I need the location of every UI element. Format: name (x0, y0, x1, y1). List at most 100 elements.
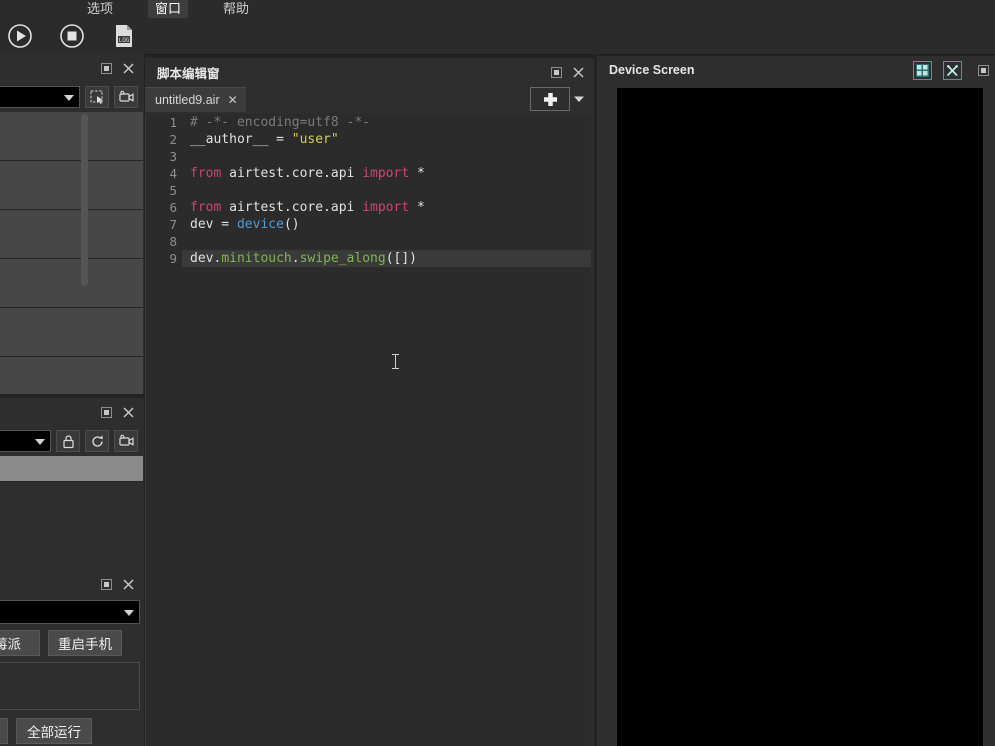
menu-item-help[interactable]: 帮助 (216, 0, 256, 18)
code-token: * (409, 200, 425, 215)
control-output-textarea[interactable] (0, 662, 140, 710)
refresh-button[interactable] (85, 430, 109, 452)
code-token: airtest.core.api (221, 166, 363, 181)
restore-icon (977, 64, 989, 76)
tools-button[interactable] (943, 60, 962, 80)
code-line[interactable]: # -*- encoding=utf8 -*- (182, 114, 591, 131)
camera-button[interactable] (114, 430, 138, 452)
device-list-panel-titlebar (0, 54, 144, 82)
control-button-row: 启树莓派 重启手机 (0, 624, 144, 662)
control-panel: 启树莓派 重启手机 运行 全部运行 (0, 570, 144, 746)
code-line[interactable]: from airtest.core.api import * (182, 199, 591, 216)
code-line[interactable]: from airtest.core.api import * (182, 165, 591, 182)
code-line[interactable]: dev = device() (182, 216, 591, 233)
code-line[interactable] (182, 233, 591, 250)
plus-icon (543, 92, 557, 106)
device-list-toolbar (0, 82, 144, 112)
splitter-right[interactable] (594, 54, 597, 746)
close-icon (122, 62, 134, 74)
run-button[interactable]: 运行 (0, 718, 8, 744)
restart-pi-button[interactable]: 启树莓派 (0, 630, 40, 656)
list-item[interactable] (0, 357, 143, 394)
close-button[interactable] (118, 574, 138, 594)
left-panel-column: 启树莓派 重启手机 运行 全部运行 (0, 54, 144, 746)
text-cursor (392, 354, 399, 369)
run-all-button[interactable]: 全部运行 (16, 718, 92, 744)
svg-text:LOG: LOG (119, 37, 130, 44)
device-screen-titlebar: Device Screen (597, 56, 995, 84)
list-item-selected[interactable] (0, 456, 143, 482)
code-lines[interactable]: # -*- encoding=utf8 -*- __author__ = "use… (182, 114, 591, 746)
device-screen-title: Device Screen (609, 63, 695, 77)
menu-bar: 选项 窗口 帮助 (0, 0, 995, 18)
code-line[interactable] (182, 148, 591, 165)
device-list-scrollbar[interactable] (81, 114, 88, 286)
close-button[interactable] (118, 58, 138, 78)
new-tab-button[interactable] (530, 87, 570, 111)
control-footer-row: 运行 全部运行 (0, 710, 144, 746)
code-token: swipe_along (299, 251, 386, 266)
chevron-down-icon (574, 96, 584, 102)
run-button[interactable] (5, 21, 35, 51)
device-list[interactable] (0, 112, 144, 394)
device-select[interactable] (0, 86, 80, 108)
menu-item-options[interactable]: 选项 (80, 0, 120, 18)
camera-icon (118, 434, 134, 446)
list-item[interactable] (0, 112, 143, 161)
code-editor[interactable]: 1 2 3 4 5 6 7 8 9 # -*- encoding=utf8 -*… (145, 114, 591, 746)
restore-button[interactable] (96, 58, 116, 78)
chevron-down-icon (64, 95, 74, 101)
screenshot-button[interactable] (85, 86, 109, 108)
restore-button[interactable] (96, 402, 116, 422)
code-token: __author__ = (190, 132, 292, 147)
code-line[interactable] (182, 182, 591, 199)
lock-button[interactable] (56, 430, 80, 452)
control-target-select[interactable] (0, 600, 140, 624)
code-token: # -*- encoding=utf8 -*- (190, 115, 371, 130)
lock-icon (62, 434, 74, 448)
restore-icon (100, 406, 112, 418)
list-item[interactable] (0, 161, 143, 210)
grid-view-button[interactable] (913, 60, 932, 80)
code-token: dev. (190, 251, 222, 266)
tab-untitled9-air[interactable]: untitled9.air ✕ (145, 87, 246, 112)
list-item[interactable] (0, 308, 143, 357)
line-number: 5 (169, 183, 177, 198)
code-line[interactable]: __author__ = "user" (182, 131, 591, 148)
tab-menu-button[interactable] (570, 88, 588, 110)
list-item[interactable] (0, 210, 143, 259)
restore-button[interactable] (546, 62, 566, 82)
close-icon[interactable]: ✕ (228, 93, 238, 107)
code-token: "user" (291, 132, 339, 147)
code-line[interactable]: dev.minitouch.swipe_along([]) (182, 250, 591, 267)
log-button[interactable]: LOG (109, 21, 139, 51)
line-number: 9 (169, 251, 177, 266)
stop-button[interactable] (57, 21, 87, 51)
list-item[interactable] (0, 259, 143, 308)
splitter-left[interactable] (144, 54, 145, 746)
grid-icon (916, 63, 929, 77)
log-file-icon: LOG (116, 25, 132, 47)
restart-phone-button[interactable]: 重启手机 (48, 630, 122, 656)
control-panel-titlebar (0, 570, 144, 598)
play-circle-icon (8, 24, 32, 48)
restore-button[interactable] (96, 574, 116, 594)
image-capture-panel-titlebar (0, 398, 144, 426)
device-screen-canvas[interactable] (617, 88, 983, 746)
close-icon (122, 578, 134, 590)
close-button[interactable] (568, 62, 588, 82)
image-capture-panel (0, 398, 144, 578)
menu-item-window[interactable]: 窗口 (148, 0, 189, 18)
capture-list[interactable] (0, 456, 144, 578)
line-number: 2 (169, 132, 177, 147)
code-token: ([]) (385, 251, 417, 266)
code-token: from (190, 166, 222, 181)
camera-button[interactable] (114, 86, 138, 108)
capture-select[interactable] (0, 430, 51, 452)
restore-button[interactable] (973, 60, 993, 80)
code-token: import (362, 166, 410, 181)
close-button[interactable] (118, 402, 138, 422)
tab-label: untitled9.air (155, 93, 220, 107)
main-toolbar: LOG (0, 18, 995, 55)
code-token: device (236, 217, 284, 232)
